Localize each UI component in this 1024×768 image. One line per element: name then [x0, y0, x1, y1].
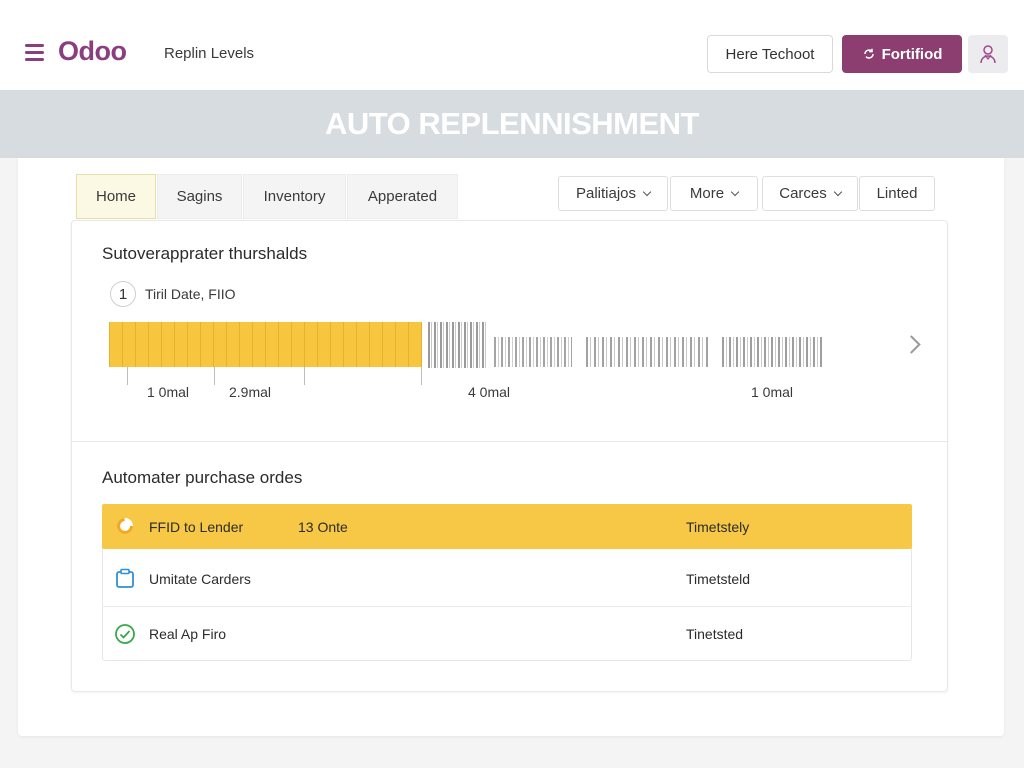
- breadcrumb[interactable]: Replin Levels: [164, 45, 254, 62]
- page-title: AUTO REPLENNISHMENT: [324, 106, 700, 141]
- chevron-right-icon[interactable]: [902, 333, 924, 355]
- order-name: Real Ap Firo: [149, 626, 227, 642]
- section-divider: [71, 441, 948, 442]
- axis-label: 2.9mal: [229, 384, 272, 400]
- threshold-bar-filled[interactable]: [109, 322, 422, 367]
- order-quantity: 13 Onte: [298, 518, 348, 535]
- step-label: Tiril Date, FIIO: [145, 286, 236, 302]
- chevron-down-icon: [642, 187, 652, 196]
- user-menu-button[interactable]: [968, 35, 1008, 73]
- order-status: Timetstely: [686, 518, 750, 535]
- order-status: Timetsteld: [686, 570, 751, 587]
- order-row[interactable]: Real Ap Firo Tinetsted: [102, 607, 912, 661]
- threshold-bar-segment[interactable]: [722, 337, 824, 367]
- filter-label: More: [689, 185, 725, 202]
- axis-tick: [127, 367, 128, 385]
- primary-button-label: Fortifiod: [881, 45, 943, 63]
- chevron-down-icon: [833, 187, 842, 196]
- menu-icon[interactable]: [25, 44, 44, 62]
- thresholds-title: Sutoverapprater thurshalds: [102, 244, 308, 263]
- chevron-down-icon: [730, 187, 740, 196]
- primary-button[interactable]: Fortifiod: [842, 35, 962, 73]
- tab-apperated[interactable]: Apperated: [347, 174, 458, 219]
- user-icon: [980, 45, 996, 64]
- step-number: 1: [110, 281, 136, 307]
- filter-label: Carces: [779, 185, 827, 202]
- threshold-bar-segment[interactable]: [494, 337, 572, 367]
- axis-label: 4 0mal: [468, 384, 511, 400]
- odoo-logo[interactable]: Odoo: [58, 36, 127, 67]
- axis-tick: [214, 367, 215, 385]
- top-navbar: Odoo Replin Levels Here Techoot Fortifio…: [0, 0, 1024, 90]
- filter-carces-dropdown[interactable]: Carces: [762, 176, 858, 211]
- order-name: FFID to Lender: [149, 518, 244, 535]
- filter-label: Linted: [876, 185, 918, 202]
- axis-label: 1 0mal: [751, 384, 794, 400]
- filter-label: Palitiajos: [575, 185, 637, 202]
- refresh-icon: [863, 48, 874, 59]
- threshold-bar-segment[interactable]: [428, 322, 488, 368]
- axis-tick: [421, 367, 422, 385]
- threshold-bar-segment[interactable]: [586, 337, 708, 367]
- filter-more-dropdown[interactable]: More: [670, 176, 758, 211]
- filter-palitiajos-dropdown[interactable]: Palitiajos: [558, 176, 668, 211]
- filter-linted-button[interactable]: Linted: [859, 176, 935, 211]
- axis-tick: [304, 367, 305, 385]
- order-name: Umitate Carders: [149, 570, 251, 587]
- order-row[interactable]: Umitate Carders Timetsteld: [102, 552, 912, 605]
- page-banner: AUTO REPLENNISHMENT: [0, 90, 1024, 158]
- secondary-button[interactable]: Here Techoot: [707, 35, 833, 73]
- spinner-icon: [117, 518, 133, 534]
- clipboard-icon: [116, 568, 134, 588]
- order-status: Tinetsted: [686, 626, 744, 642]
- order-row[interactable]: FFID to Lender 13 Onte Timetstely: [102, 504, 912, 549]
- axis-label: 1 0mal: [147, 384, 190, 400]
- tab-sagins[interactable]: Sagins: [157, 174, 242, 219]
- tab-home[interactable]: Home: [76, 174, 156, 219]
- orders-title: Automater purchase ordes: [102, 468, 303, 487]
- tab-inventory[interactable]: Inventory: [243, 174, 346, 219]
- check-circle-icon: [115, 624, 135, 644]
